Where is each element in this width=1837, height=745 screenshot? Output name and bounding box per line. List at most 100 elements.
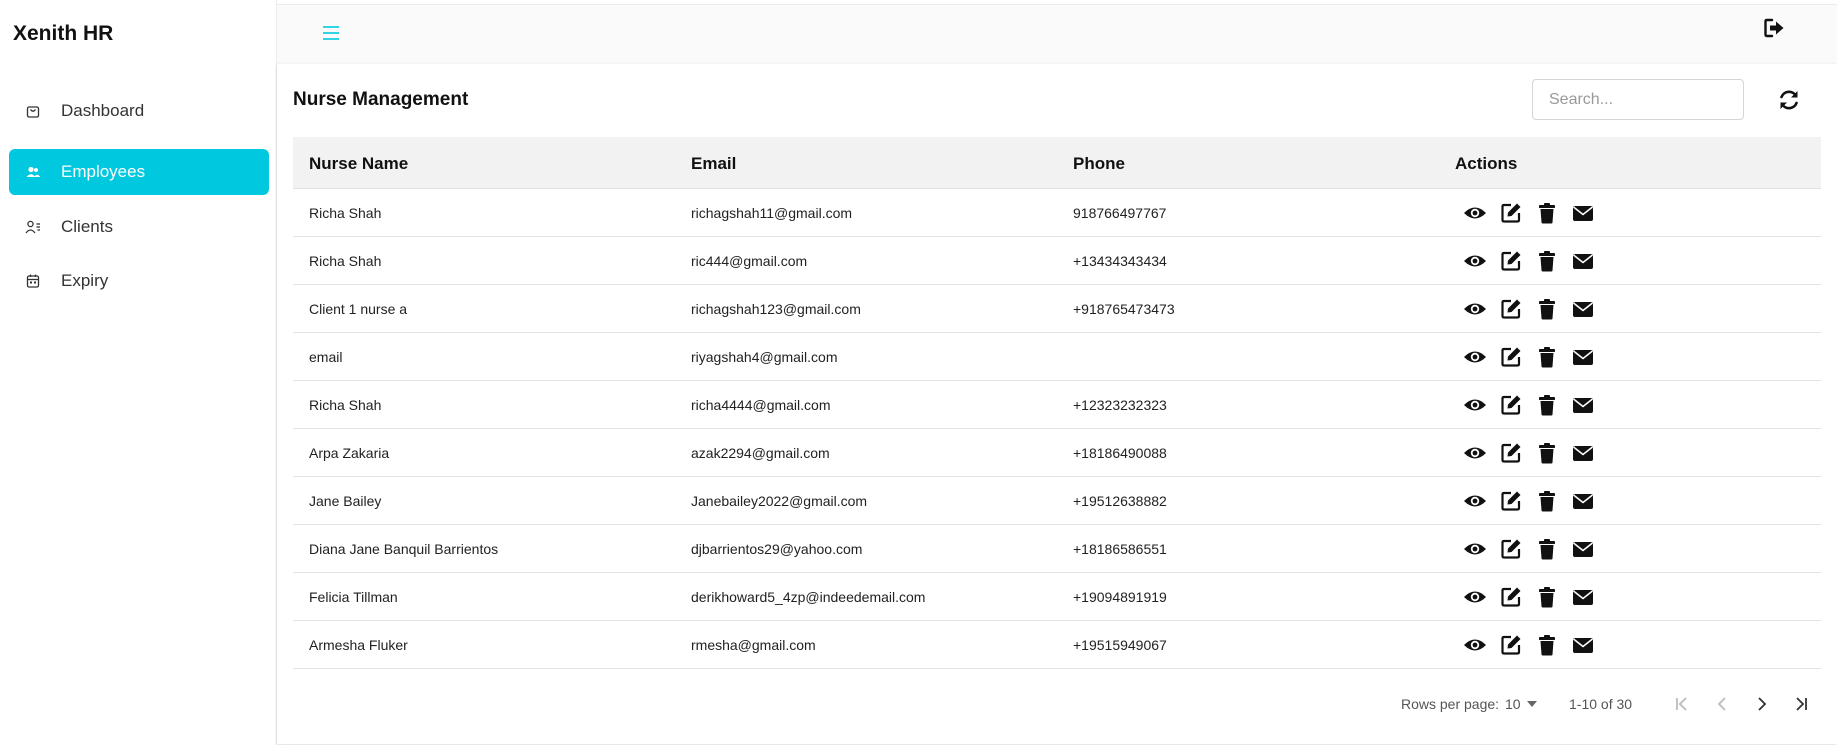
logout-icon[interactable] xyxy=(1763,17,1785,39)
nurse-name-cell: Diana Jane Banquil Barrientos xyxy=(309,541,499,557)
calendar-icon xyxy=(26,274,40,288)
trash-icon[interactable] xyxy=(1535,489,1559,513)
eye-icon[interactable] xyxy=(1463,201,1487,225)
mail-icon[interactable] xyxy=(1571,201,1595,225)
nurse-name-cell: Client 1 nurse a xyxy=(309,301,408,317)
nurse-name-cell: Richa Shah xyxy=(309,253,382,269)
sidebar-item-expiry[interactable]: Expiry xyxy=(9,258,269,304)
table-row: Richa Shah richa4444@gmail.com +1232323232… xyxy=(293,381,1821,429)
eye-icon[interactable] xyxy=(1463,585,1487,609)
edit-icon[interactable] xyxy=(1499,345,1523,369)
mail-icon[interactable] xyxy=(1571,297,1595,321)
edit-icon[interactable] xyxy=(1499,297,1523,321)
trash-icon[interactable] xyxy=(1535,537,1559,561)
mail-icon[interactable] xyxy=(1571,633,1595,657)
trash-icon[interactable] xyxy=(1535,441,1559,465)
nurse-table: Nurse Name Email Phone Actions Richa Sha… xyxy=(293,137,1821,669)
trash-icon[interactable] xyxy=(1535,249,1559,273)
table-header: Nurse Name Email Phone Actions xyxy=(293,137,1821,189)
users-icon xyxy=(26,166,40,177)
sidebar-item-dashboard[interactable]: Dashboard xyxy=(9,88,269,134)
sidebar-item-clients[interactable]: Clients xyxy=(9,204,269,250)
user-list-icon xyxy=(25,220,40,234)
app-root: Xenith HR Dashboard Employees Clients Ex… xyxy=(0,0,1837,745)
nurse-name-cell: Richa Shah xyxy=(309,397,382,413)
previous-page-icon[interactable] xyxy=(1709,691,1735,717)
phone-cell: +12323232323 xyxy=(1073,397,1167,413)
row-actions xyxy=(1463,297,1595,321)
edit-icon[interactable] xyxy=(1499,441,1523,465)
edit-icon[interactable] xyxy=(1499,393,1523,417)
rows-per-page-select[interactable]: 10 xyxy=(1505,696,1537,712)
edit-icon[interactable] xyxy=(1499,585,1523,609)
trash-icon[interactable] xyxy=(1535,393,1559,417)
phone-cell: +19512638882 xyxy=(1073,493,1167,509)
rows-per-page-label: Rows per page: xyxy=(1401,696,1500,712)
edit-icon[interactable] xyxy=(1499,201,1523,225)
nurse-name-cell: Richa Shah xyxy=(309,205,382,221)
email-cell: riyagshah4@gmail.com xyxy=(691,349,838,365)
mail-icon[interactable] xyxy=(1571,393,1595,417)
email-cell: djbarrientos29@yahoo.com xyxy=(691,541,863,557)
mail-icon[interactable] xyxy=(1571,585,1595,609)
email-cell: rmesha@gmail.com xyxy=(691,637,816,653)
trash-icon[interactable] xyxy=(1535,633,1559,657)
phone-cell: 918766497767 xyxy=(1073,205,1167,221)
trash-icon[interactable] xyxy=(1535,585,1559,609)
brand-title: Xenith HR xyxy=(13,22,114,45)
column-header-actions: Actions xyxy=(1455,154,1518,173)
edit-icon[interactable] xyxy=(1499,249,1523,273)
edit-icon[interactable] xyxy=(1499,537,1523,561)
table-row: Felicia Tillman derikhoward5_4zp@indeedem… xyxy=(293,573,1821,621)
trash-icon[interactable] xyxy=(1535,297,1559,321)
column-header-phone[interactable]: Phone xyxy=(1073,154,1125,174)
next-page-icon[interactable] xyxy=(1749,691,1775,717)
eye-icon[interactable] xyxy=(1463,297,1487,321)
row-actions xyxy=(1463,345,1595,369)
row-actions xyxy=(1463,201,1595,225)
phone-cell: +19094891919 xyxy=(1073,589,1167,605)
refresh-icon[interactable] xyxy=(1777,88,1801,112)
mail-icon[interactable] xyxy=(1571,441,1595,465)
topbar xyxy=(277,4,1837,64)
caret-down-icon xyxy=(1526,701,1537,707)
mail-icon[interactable] xyxy=(1571,489,1595,513)
row-actions xyxy=(1463,633,1595,657)
last-page-icon[interactable] xyxy=(1788,691,1814,717)
sidebar-item-employees[interactable]: Employees xyxy=(9,149,269,195)
column-header-email[interactable]: Email xyxy=(691,154,736,174)
search-input[interactable] xyxy=(1532,79,1744,120)
edit-icon[interactable] xyxy=(1499,489,1523,513)
phone-cell: +19515949067 xyxy=(1073,637,1167,653)
trash-icon[interactable] xyxy=(1535,201,1559,225)
mail-icon[interactable] xyxy=(1571,345,1595,369)
hamburger-icon[interactable] xyxy=(322,25,340,41)
sidebar-item-label: Dashboard xyxy=(61,101,145,120)
column-header-name[interactable]: Nurse Name xyxy=(309,154,408,174)
nurse-name-cell: Felicia Tillman xyxy=(309,589,398,605)
eye-icon[interactable] xyxy=(1463,633,1487,657)
eye-icon[interactable] xyxy=(1463,393,1487,417)
email-cell: Janebailey2022@gmail.com xyxy=(691,493,868,509)
row-actions xyxy=(1463,537,1595,561)
row-actions xyxy=(1463,585,1595,609)
trash-icon[interactable] xyxy=(1535,345,1559,369)
row-actions xyxy=(1463,393,1595,417)
edit-icon[interactable] xyxy=(1499,633,1523,657)
sidebar-item-label: Employees xyxy=(61,162,146,181)
mail-icon[interactable] xyxy=(1571,249,1595,273)
nurse-name-cell: Jane Bailey xyxy=(309,493,382,509)
first-page-icon[interactable] xyxy=(1669,691,1695,717)
phone-cell: +13434343434 xyxy=(1073,253,1167,269)
mail-icon[interactable] xyxy=(1571,537,1595,561)
bag-icon xyxy=(26,106,40,118)
eye-icon[interactable] xyxy=(1463,441,1487,465)
email-cell: richagshah11@gmail.com xyxy=(691,205,853,221)
table-row: Diana Jane Banquil Barrientos djbarriento… xyxy=(293,525,1821,573)
eye-icon[interactable] xyxy=(1463,345,1487,369)
eye-icon[interactable] xyxy=(1463,489,1487,513)
eye-icon[interactable] xyxy=(1463,537,1487,561)
sidebar-item-label: Clients xyxy=(61,217,113,236)
eye-icon[interactable] xyxy=(1463,249,1487,273)
email-cell: derikhoward5_4zp@indeedemail.com xyxy=(691,589,926,605)
